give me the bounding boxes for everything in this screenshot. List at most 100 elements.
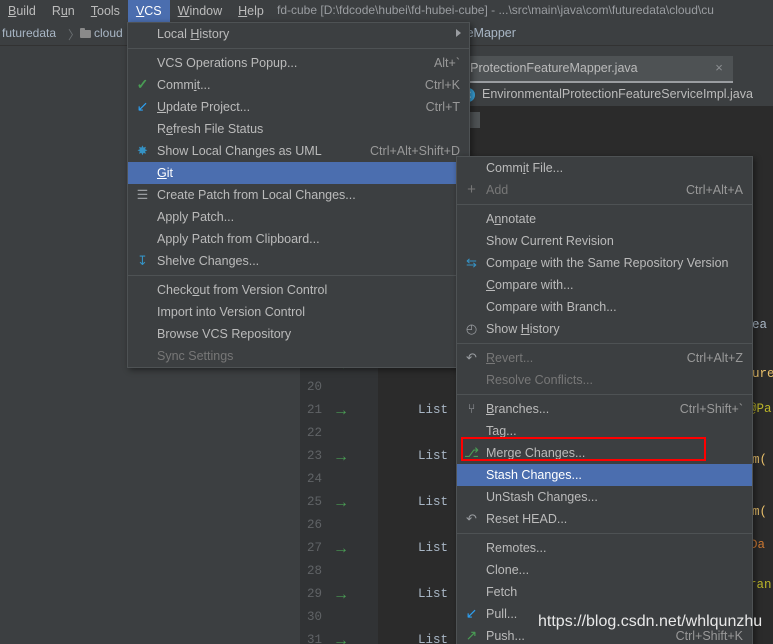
line-number: 31 [306, 633, 322, 644]
line-number: 23 [306, 449, 322, 463]
git-menu-item-branches[interactable]: ⑂ Branches... Ctrl+Shift+` [457, 398, 752, 420]
check-icon: ✓ [136, 76, 149, 92]
completion-list-item[interactable]: C EnvironmentalProtectionFeatureServiceI… [456, 84, 773, 106]
implemented-method-gutter-icon[interactable]: → [332, 587, 350, 603]
menu-separator [128, 275, 469, 276]
vcs-menu-item-vcs-operations-popup[interactable]: VCS Operations Popup... Alt+` [128, 52, 469, 74]
menu-item-label: Browse VCS Repository [157, 327, 292, 341]
git-menu-item-remotes[interactable]: Remotes... [457, 537, 752, 559]
menu-item-label: Sync Settings [157, 349, 234, 363]
menu-item-label: VCS Operations Popup... [157, 56, 298, 70]
implemented-method-gutter-icon[interactable]: → [332, 633, 350, 644]
menu-item-label: Show Local Changes as UML [157, 144, 322, 158]
vcs-menu[interactable]: Local History VCS Operations Popup... Alt+… [127, 22, 470, 368]
vcs-menu-item-local-history[interactable]: Local History [128, 23, 469, 45]
vcs-menu-item-create-patch-from-local-changes[interactable]: ☰ Create Patch from Local Changes... [128, 184, 469, 206]
git-menu-item-tag[interactable]: Tag... [457, 420, 752, 442]
git-menu-item-compare-with[interactable]: Compare with... [457, 274, 752, 296]
vcs-menu-item-show-local-changes-as-uml[interactable]: ✸ Show Local Changes as UML Ctrl+Alt+Shift… [128, 140, 469, 162]
git-menu-item-unstash-changes[interactable]: UnStash Changes... [457, 486, 752, 508]
code-fragment: ure [752, 367, 773, 381]
editor-tab[interactable]: ntalProtectionFeatureMapper.java × [446, 56, 733, 83]
menubar-item-vcs[interactable]: VCS [127, 0, 170, 22]
breadcrumb-cloud[interactable]: cloud [80, 26, 123, 40]
vcs-menu-item-apply-patch[interactable]: Apply Patch... [128, 206, 469, 228]
vcs-menu-item-import-into-version-control[interactable]: Import into Version Control [128, 301, 469, 323]
menubar-item-run[interactable]: Run [44, 0, 83, 22]
vcs-menu-item-apply-patch-from-clipboard[interactable]: Apply Patch from Clipboard... [128, 228, 469, 250]
git-menu-item-annotate[interactable]: Annotate [457, 208, 752, 230]
menu-separator [457, 343, 752, 344]
folder-icon [80, 28, 91, 38]
git-menu-item-compare-with-branch[interactable]: Compare with Branch... [457, 296, 752, 318]
menu-item-shortcut: Ctrl+Alt+Z [686, 351, 743, 365]
code-fragment: ea [752, 318, 768, 332]
menu-item-label: Import into Version Control [157, 305, 305, 319]
menubar-item-label: Run [51, 4, 75, 18]
git-submenu[interactable]: Commit File... + Add Ctrl+Alt+A Annotate Show… [456, 156, 753, 644]
menubar-item-tools[interactable]: Tools [83, 0, 128, 22]
menu-item-label: Annotate [486, 212, 537, 226]
ide-window: fd-cube [D:\fdcode\hubei\fd-hubei-cube] … [0, 0, 773, 644]
implemented-method-gutter-icon[interactable]: → [332, 541, 350, 557]
git-menu-item-stash-changes[interactable]: Stash Changes... [457, 464, 752, 486]
menu-item-label: Remotes... [486, 541, 547, 555]
breadcrumb-separator: 〉 [68, 28, 81, 42]
git-menu-item-add: + Add Ctrl+Alt+A [457, 179, 752, 201]
menu-item-shortcut: Ctrl+T [425, 100, 460, 114]
git-menu-item-show-current-revision[interactable]: Show Current Revision [457, 230, 752, 252]
breadcrumb-futuredata[interactable]: futuredata [2, 26, 56, 40]
line-number: 20 [306, 380, 322, 394]
code-fragment: m( [752, 453, 768, 467]
editor-gutter[interactable]: 19→2021→2223→2425→2627→2829→3031→ [300, 355, 378, 644]
menubar-item-window[interactable]: Window [170, 0, 230, 22]
menu-item-shortcut: Alt+` [433, 56, 460, 70]
vcs-menu-item-sync-settings: Sync Settings [128, 345, 469, 367]
code-token: List [418, 541, 449, 555]
menu-item-label: Compare with Branch... [486, 300, 617, 314]
menu-item-label: Commit File... [486, 161, 564, 175]
implemented-method-gutter-icon[interactable]: → [332, 449, 350, 465]
git-menu-item-clone[interactable]: Clone... [457, 559, 752, 581]
menu-item-label: Show Current Revision [486, 234, 614, 248]
submenu-arrow-icon [456, 29, 461, 37]
menu-item-shortcut: Ctrl+Alt+A [686, 183, 743, 197]
menu-item-label: Stash Changes... [486, 468, 582, 482]
vcs-menu-item-checkout-from-version-control[interactable]: Checkout from Version Control [128, 279, 469, 301]
vcs-menu-item-commit[interactable]: ✓ Commit... Ctrl+K [128, 74, 469, 96]
menubar-item-help[interactable]: Help [230, 0, 272, 22]
git-menu-item-merge-changes[interactable]: ⎇ Merge Changes... [457, 442, 752, 464]
vcs-menu-item-browse-vcs-repository[interactable]: Browse VCS Repository [128, 323, 469, 345]
menubar-item-label: Help [238, 4, 264, 18]
menubar-item-build[interactable]: Build [0, 0, 44, 22]
implemented-method-gutter-icon[interactable]: → [332, 495, 350, 511]
line-number: 21 [306, 403, 322, 417]
line-number: 24 [306, 472, 322, 486]
vcs-menu-item-update-project[interactable]: ↙ Update Project... Ctrl+T [128, 96, 469, 118]
line-number: 28 [306, 564, 322, 578]
code-token: List [418, 633, 449, 644]
vcs-menu-item-refresh-file-status[interactable]: Refresh File Status [128, 118, 469, 140]
git-menu-item-reset-head[interactable]: ↶ Reset HEAD... [457, 508, 752, 530]
patch-file-icon: ☰ [136, 187, 149, 202]
close-icon[interactable]: × [713, 61, 725, 74]
code-fragment: m( [752, 505, 768, 519]
watermark-url: https://blog.csdn.net/whlqunzhu [538, 613, 763, 630]
vcs-menu-item-shelve-changes[interactable]: ↧ Shelve Changes... [128, 250, 469, 272]
git-menu-item-commit-file[interactable]: Commit File... [457, 157, 752, 179]
menu-item-label: Local History [157, 27, 230, 41]
git-menu-item-compare-with-the-same-repository-version[interactable]: ⇆ Compare with the Same Repository Versio… [457, 252, 752, 274]
editor-code-column[interactable]: ListListListListListListList [378, 355, 449, 644]
code-token: List [418, 587, 449, 601]
git-menu-item-show-history[interactable]: ◴ Show History [457, 318, 752, 340]
arrow-down-left-icon: ↙ [465, 605, 478, 621]
menu-item-label: Apply Patch from Clipboard... [157, 232, 320, 246]
arrow-up-right-icon: ↗ [465, 627, 478, 643]
project-panel[interactable]: tor [0, 355, 300, 644]
vcs-menu-item-git[interactable]: Git [128, 162, 469, 184]
code-token: List [418, 495, 449, 509]
implemented-method-gutter-icon[interactable]: → [332, 403, 350, 419]
git-menu-item-fetch[interactable]: Fetch [457, 581, 752, 603]
breadcrumb-cloud-label: cloud [94, 26, 123, 40]
revert-icon: ↶ [466, 350, 477, 365]
